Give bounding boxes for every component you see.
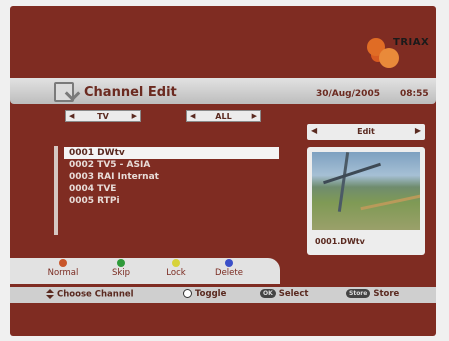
key-delete[interactable]: Delete xyxy=(204,258,254,278)
group-selector[interactable]: ◀ TV ▶ xyxy=(65,110,141,122)
help-choose-channel: Choose Channel xyxy=(46,289,134,300)
green-key-icon xyxy=(117,259,125,267)
channel-row-2[interactable]: 0002 TV5 - ASIA xyxy=(64,159,279,171)
channel-row-4[interactable]: 0004 TVE xyxy=(64,183,279,195)
page-title: Channel Edit xyxy=(84,85,177,100)
help-toggle: Toggle xyxy=(183,289,226,299)
key-delete-label: Delete xyxy=(215,268,243,278)
preview-panel: 0001.DWtv xyxy=(307,147,425,255)
blue-key-icon xyxy=(225,259,233,267)
tv-screen: TRIAX Channel Edit 30/Aug/2005 08:55 ◀ T… xyxy=(10,6,436,336)
triax-logo: TRIAX xyxy=(363,34,433,70)
channel-edit-icon xyxy=(54,82,74,102)
edit-mode-label: Edit xyxy=(357,127,375,136)
help-store: Store Store xyxy=(346,289,399,299)
key-normal-label: Normal xyxy=(47,268,79,278)
key-normal[interactable]: Normal xyxy=(38,258,88,278)
list-scrollbar[interactable] xyxy=(54,146,58,235)
video-preview xyxy=(312,152,420,230)
right-arrow-icon[interactable]: ▶ xyxy=(132,111,137,122)
ok-button-icon: OK xyxy=(260,289,276,298)
preview-caption: 0001.DWtv xyxy=(315,237,365,246)
category-selector-value: ALL xyxy=(215,112,232,121)
help-select-label: Select xyxy=(278,289,309,299)
channel-row-1[interactable]: 0001 DWtv xyxy=(64,147,279,159)
channel-list: 0001 DWtv 0002 TV5 - ASIA 0003 RAI Inter… xyxy=(64,147,279,207)
logo-text: TRIAX xyxy=(393,37,430,48)
time-display: 08:55 xyxy=(400,89,429,99)
key-skip[interactable]: Skip xyxy=(96,258,146,278)
date-display: 30/Aug/2005 xyxy=(316,89,380,99)
yellow-key-icon xyxy=(172,259,180,267)
store-button-icon: Store xyxy=(346,289,371,298)
right-arrow-icon[interactable]: ▶ xyxy=(252,111,257,122)
help-toggle-label: Toggle xyxy=(195,289,227,299)
group-selector-value: TV xyxy=(97,112,109,121)
red-key-icon xyxy=(59,259,67,267)
key-lock[interactable]: Lock xyxy=(151,258,201,278)
channel-row-3[interactable]: 0003 RAI Internat xyxy=(64,171,279,183)
help-choose-label: Choose Channel xyxy=(57,289,134,300)
edit-mode-selector[interactable]: ◀ Edit ▶ xyxy=(307,124,425,140)
help-select: OK Select xyxy=(260,289,308,299)
category-selector[interactable]: ◀ ALL ▶ xyxy=(186,110,261,122)
key-lock-label: Lock xyxy=(166,268,186,278)
help-store-label: Store xyxy=(373,289,400,299)
right-arrow-icon[interactable]: ▶ xyxy=(415,126,421,135)
up-down-arrows-icon xyxy=(46,289,54,299)
channel-row-5[interactable]: 0005 RTPi xyxy=(64,195,279,207)
key-skip-label: Skip xyxy=(111,268,131,278)
toggle-button-icon xyxy=(183,289,192,298)
